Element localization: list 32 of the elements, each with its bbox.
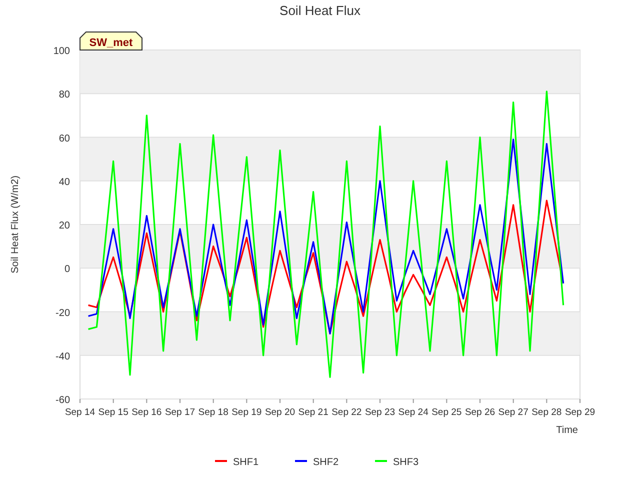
x-tick-label: Sep 23	[364, 407, 396, 418]
x-tick-label: Sep 29	[564, 407, 596, 418]
x-tick-label: Sep 21	[298, 407, 328, 418]
y-tick-label: 60	[58, 133, 70, 144]
y-tick-label: 0	[64, 264, 70, 276]
x-tick-label: Sep 14	[64, 407, 96, 418]
y-tick-label: 20	[58, 220, 70, 232]
y-tick-label: -20	[56, 308, 70, 319]
legend-label: SHF2	[313, 457, 339, 468]
x-tick-label: Sep 25	[432, 407, 462, 418]
y-tick-label: 100	[53, 46, 70, 57]
x-tick-label: Sep 28	[532, 407, 562, 418]
y-axis-label: Soil Heat Flux (W/m2)	[10, 176, 21, 274]
x-tick-label: Sep 27	[498, 407, 528, 418]
x-tick-label: Sep 15	[98, 407, 128, 418]
legend-label: SHF1	[233, 457, 259, 468]
x-tick-label: Sep 26	[464, 407, 496, 418]
x-tick-label: Sep 24	[398, 407, 428, 418]
x-tick-label: Sep 17	[164, 407, 196, 418]
y-tick-label: -40	[56, 351, 70, 362]
x-tick-label: Sep 18	[198, 407, 228, 418]
chart-title: Soil Heat Flux	[280, 3, 360, 18]
x-tick-label: Sep 16	[132, 407, 162, 418]
legend-label: SHF3	[393, 457, 419, 468]
x-tick-label: Sep 20	[264, 407, 296, 418]
x-tick-label: Sep 22	[332, 407, 362, 418]
x-axis-label: Time	[556, 425, 578, 436]
sw-met-badge: SW_met	[80, 32, 142, 50]
y-tick-label: -60	[56, 395, 70, 406]
y-tick-label: 80	[58, 90, 70, 101]
x-tick-label: Sep 19	[232, 407, 262, 418]
y-tick-label: 40	[58, 176, 70, 188]
